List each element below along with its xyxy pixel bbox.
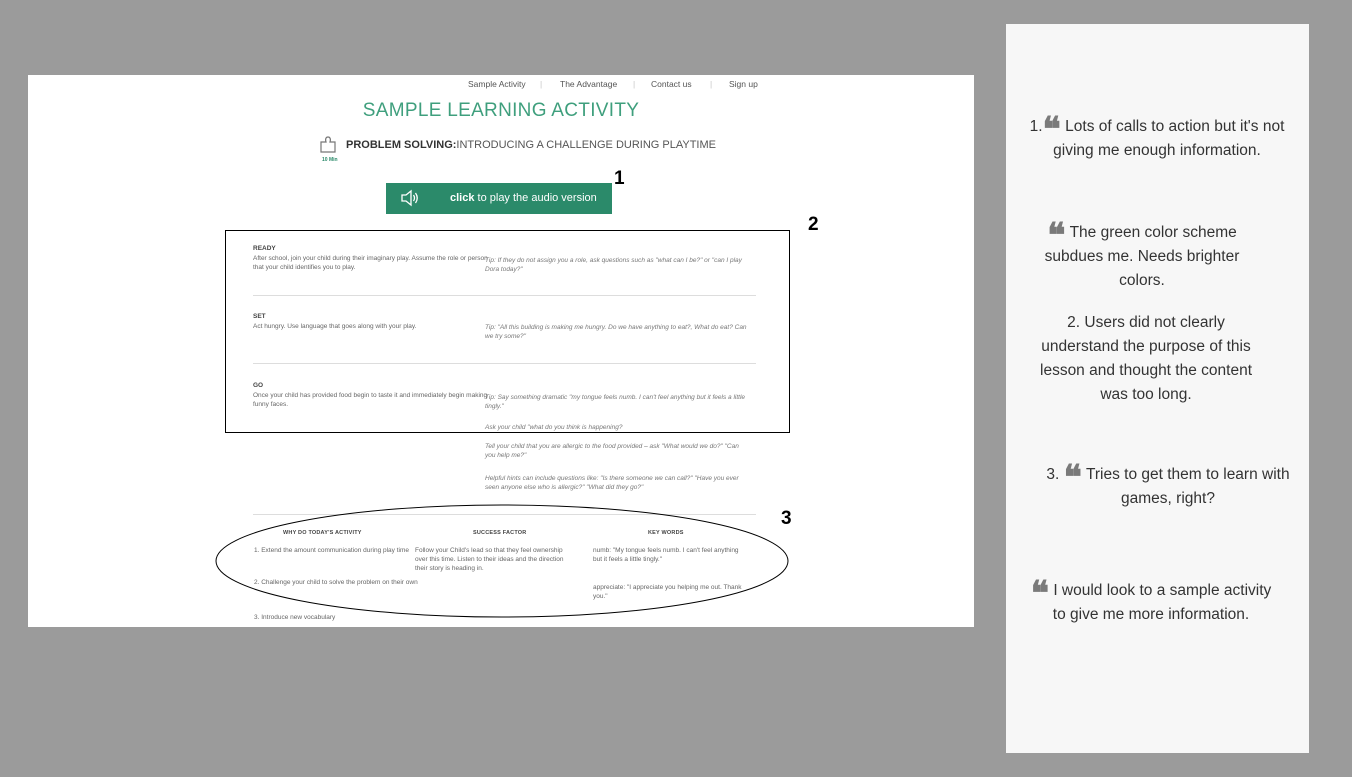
step-tip: Tell your child that you are allergic to…	[485, 443, 739, 459]
note-prefix: 1.	[1029, 118, 1043, 135]
feedback-note: ❝ I would look to a sample activity to g…	[1026, 577, 1276, 627]
nav-separator: |	[710, 79, 713, 89]
audio-button-label: click to play the audio version	[450, 192, 597, 204]
audio-label-rest: to play the audio version	[474, 192, 597, 204]
nav-sample-activity[interactable]: Sample Activity	[468, 79, 526, 89]
note-text: Tries to get them to learn with games, r…	[1085, 466, 1290, 507]
annotation-number-2: 2	[808, 214, 819, 235]
quote-icon: ❝	[1063, 458, 1082, 498]
quote-icon: ❝	[1030, 574, 1049, 614]
nav-sign-up[interactable]: Sign up	[729, 79, 758, 89]
note-text: 2. Users did not clearly understand the …	[1040, 314, 1252, 403]
feedback-note: 2. Users did not clearly understand the …	[1036, 311, 1256, 407]
annotation-number-1: 1	[614, 168, 625, 189]
activity-subtitle: PROBLEM SOLVING:INTRODUCING A CHALLENGE …	[346, 139, 716, 151]
page-title: SAMPLE LEARNING ACTIVITY	[362, 100, 640, 121]
play-audio-button[interactable]: click to play the audio version	[386, 183, 612, 214]
nav-contact-us[interactable]: Contact us	[651, 79, 692, 89]
subtitle-category: PROBLEM SOLVING:	[346, 139, 457, 151]
annotation-box-2	[225, 230, 790, 433]
feedback-note: 3. ❝ Tries to get them to learn with gam…	[1038, 461, 1298, 511]
speaker-icon	[401, 189, 418, 207]
subtitle-title: INTRODUCING A CHALLENGE DURING PLAYTIME	[456, 139, 716, 151]
note-prefix: 3.	[1046, 466, 1060, 483]
annotation-number-3: 3	[781, 508, 792, 529]
step-tip: Helpful hints can include questions like…	[485, 475, 739, 491]
webpage-screenshot: Sample Activity | The Advantage | Contac…	[28, 75, 974, 627]
note-text: The green color scheme subdues me. Needs…	[1044, 224, 1240, 289]
note-text: I would look to a sample activity to giv…	[1052, 582, 1272, 623]
feedback-notes-panel: 1. ❝ Lots of calls to action but it's not…	[1006, 24, 1309, 753]
nav-the-advantage[interactable]: The Advantage	[560, 79, 617, 89]
note-text: Lots of calls to action but it's not giv…	[1053, 118, 1285, 159]
feedback-note: 1.❝ Lots of calls to action but it's not…	[1026, 113, 1288, 163]
top-nav: Sample Activity | The Advantage | Contac…	[28, 79, 974, 93]
duration-label: 10 Min	[322, 157, 338, 163]
nav-separator: |	[540, 79, 543, 89]
feedback-note: ❝ The green color scheme subdues me. Nee…	[1024, 219, 1260, 293]
annotation-ellipse-3	[215, 504, 789, 618]
puzzle-icon	[320, 136, 336, 153]
nav-separator: |	[633, 79, 636, 89]
audio-label-bold: click	[450, 192, 475, 204]
